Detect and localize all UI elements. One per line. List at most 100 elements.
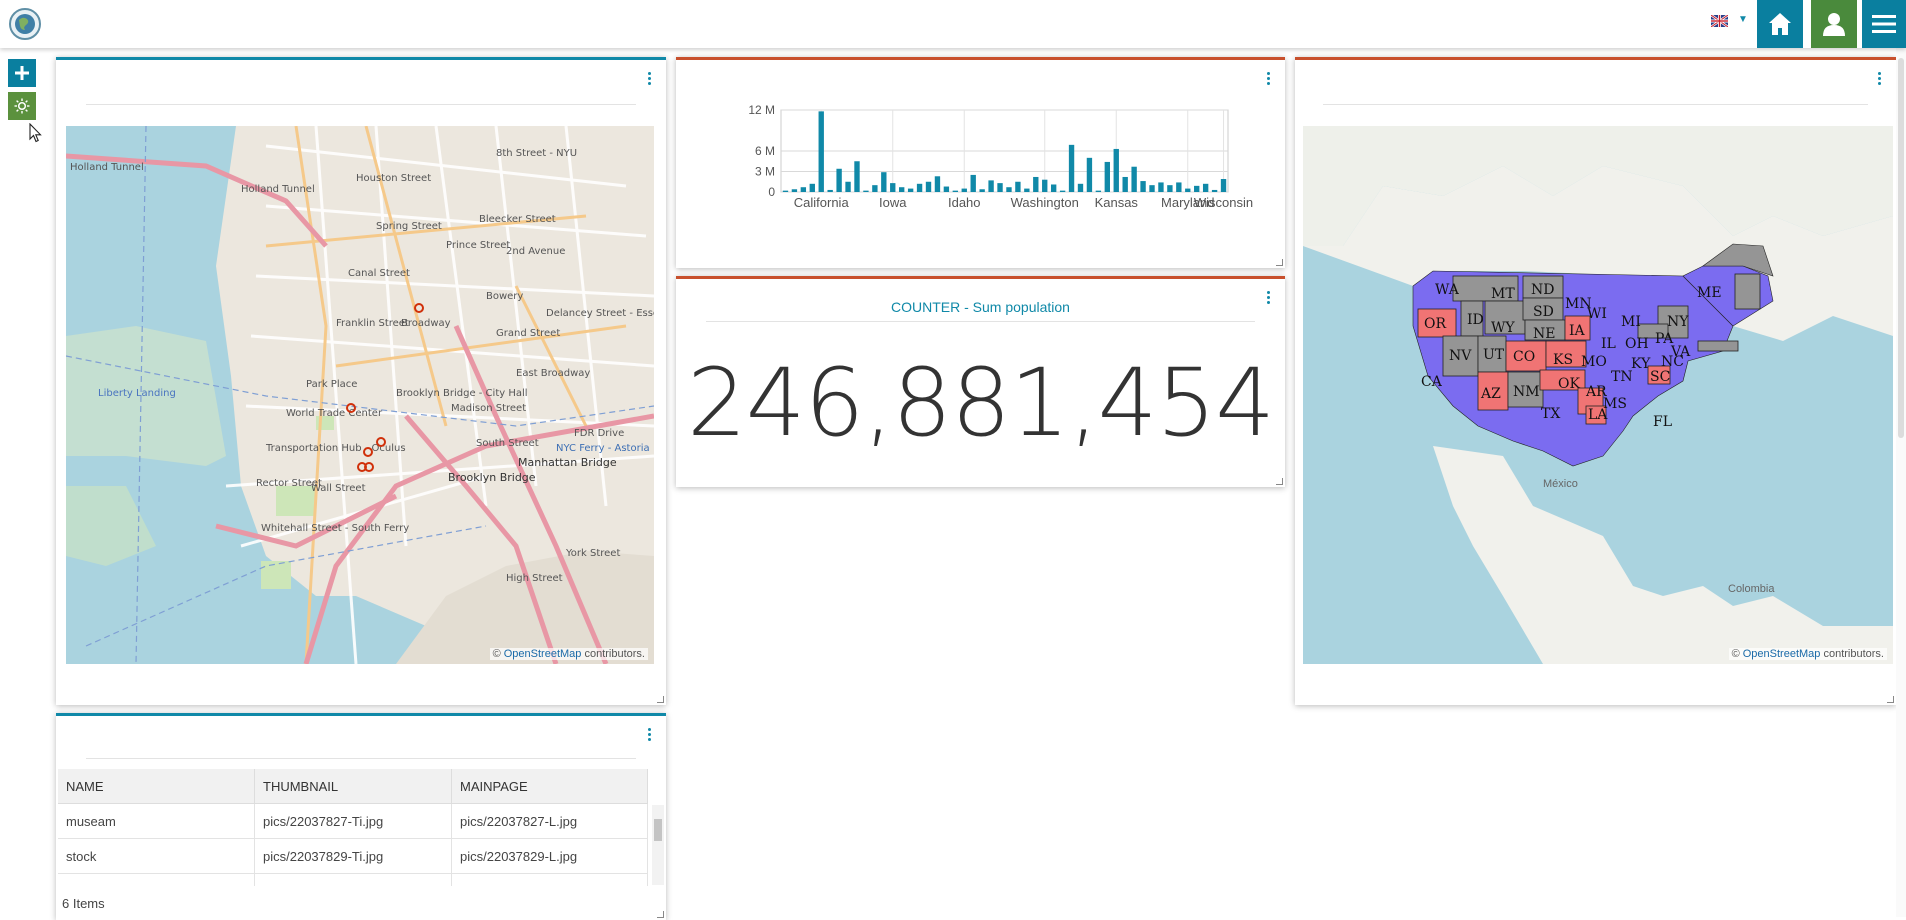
- chart-bar: [1176, 182, 1182, 192]
- chart-bar: [1095, 190, 1102, 192]
- map-label-8th-street-nyu: 8th Street - NYU: [496, 148, 577, 159]
- map-label-world-trade-center: World Trade Center: [286, 408, 383, 419]
- uk-flag-icon[interactable]: [1711, 15, 1728, 27]
- table-scrollbar-thumb[interactable]: [654, 819, 662, 841]
- table-widget: NAME THUMBNAIL MAINPAGE museam pics/2203…: [56, 713, 666, 920]
- table-cell: pics/22037829-L.jpg: [451, 838, 648, 874]
- table-cell: pics/22037856-Ti.jpg: [254, 873, 452, 886]
- table-row[interactable]: art pics/22037856-Ti.jpg pics/22037856-L…: [58, 873, 648, 886]
- map-attribution: © OpenStreetMap contributors.: [489, 648, 648, 660]
- map-canvas-manhattan[interactable]: Holland Tunnel Holland Tunnel Houston St…: [66, 126, 654, 664]
- chart-bar: [809, 183, 815, 192]
- map-label-fdr-drive: FDR Drive: [574, 428, 624, 439]
- column-header-thumbnail[interactable]: THUMBNAIL: [254, 769, 452, 804]
- column-header-name[interactable]: NAME: [58, 769, 255, 804]
- table-cell: stock: [58, 838, 255, 874]
- chart-y-tick-label: 12 M: [748, 103, 775, 117]
- map-widget-usa: WA OR MT ND MN SD WI ID WY NE IA NV UT C…: [1295, 57, 1896, 705]
- widget-options-kebab-icon[interactable]: [1878, 72, 1882, 87]
- map-label-holland-tunnel: Holland Tunnel: [70, 162, 144, 173]
- map-label-brooklyn-bridge: Brooklyn Bridge: [448, 471, 536, 484]
- state-label: VA: [1670, 344, 1691, 360]
- chart-bar: [881, 172, 887, 192]
- table-row[interactable]: museam pics/22037827-Ti.jpg pics/2203782…: [58, 803, 648, 839]
- chart-bar: [836, 168, 842, 192]
- chart-bar: [890, 183, 896, 192]
- user-button[interactable]: [1811, 0, 1857, 48]
- chart-bar: [961, 188, 967, 192]
- bar-chart[interactable]: 0 3 M 6 M 12 M California Iowa Idaho Washington…: [676, 60, 1285, 268]
- state-label: ID: [1467, 312, 1484, 328]
- language-dropdown-caret-icon[interactable]: ▼: [1738, 14, 1748, 25]
- map-label-broadway: Broadway: [401, 318, 451, 329]
- chart-bar: [791, 189, 798, 192]
- chart-bar: [934, 176, 941, 192]
- state-label: TX: [1541, 406, 1560, 422]
- chart-bar: [997, 183, 1003, 192]
- table-header-row: NAME THUMBNAIL MAINPAGE: [58, 769, 648, 804]
- main-menu-button[interactable]: [1862, 0, 1906, 48]
- chart-bar: [925, 181, 932, 192]
- table-row[interactable]: stock pics/22037829-Ti.jpg pics/22037829…: [58, 838, 648, 874]
- chart-bar: [845, 181, 851, 192]
- home-button[interactable]: [1757, 0, 1803, 48]
- table-cell: art: [58, 873, 255, 886]
- state-label: WI: [1587, 306, 1607, 322]
- map-canvas-usa[interactable]: WA OR MT ND MN SD WI ID WY NE IA NV UT C…: [1303, 126, 1893, 664]
- chart-bar: [1086, 157, 1093, 192]
- openstreetmap-link[interactable]: OpenStreetMap: [1743, 648, 1821, 660]
- chart-bar: [1131, 166, 1137, 192]
- chart-bar: [952, 190, 959, 192]
- chart-bar: [1033, 176, 1039, 192]
- globe-logo-icon[interactable]: [8, 7, 42, 41]
- chart-bar: [863, 190, 869, 192]
- state-label: UT: [1483, 347, 1505, 363]
- widget-resize-handle[interactable]: [1276, 259, 1283, 266]
- map-label-whitehall: Whitehall Street - South Ferry: [261, 523, 409, 534]
- openstreetmap-link[interactable]: OpenStreetMap: [504, 648, 582, 660]
- map-label-colombia: Colombia: [1728, 583, 1775, 595]
- chart-bar: [916, 183, 923, 192]
- widget-options-kebab-icon[interactable]: [648, 72, 652, 87]
- theme-button[interactable]: [8, 92, 36, 120]
- column-header-mainpage[interactable]: MAINPAGE: [451, 769, 648, 804]
- widget-header-divider: [706, 321, 1255, 322]
- counter-title: COUNTER - Sum population: [891, 299, 1070, 315]
- map-attribution: © OpenStreetMap contributors.: [1728, 648, 1887, 660]
- state-label: NY: [1667, 314, 1689, 330]
- state-label: CA: [1421, 374, 1443, 390]
- widget-resize-handle[interactable]: [1276, 478, 1283, 485]
- items-count: 6 Items: [62, 896, 105, 911]
- map-label-houston-street: Houston Street: [356, 173, 431, 184]
- map-label-delancey-essex: Delancey Street - Essex Street: [546, 308, 654, 319]
- widget-resize-handle[interactable]: [657, 696, 664, 703]
- widget-resize-handle[interactable]: [1887, 696, 1894, 703]
- state-label: MO: [1581, 354, 1607, 370]
- chart-bar: [1006, 187, 1012, 192]
- add-widget-button[interactable]: [8, 59, 36, 87]
- chart-x-tick-label: Washington: [1011, 195, 1079, 210]
- user-icon: [1823, 13, 1845, 36]
- state-label: TN: [1611, 369, 1633, 385]
- state-label: MI: [1621, 314, 1641, 330]
- chart-y-tick-label: 6 M: [755, 144, 775, 158]
- chart-bar: [1202, 183, 1209, 192]
- chart-bar: [1194, 185, 1200, 192]
- page-scrollbar-thumb[interactable]: [1898, 58, 1904, 438]
- data-table: NAME THUMBNAIL MAINPAGE museam pics/2203…: [58, 769, 648, 886]
- chart-y-tick-label: 0: [768, 185, 775, 199]
- mouse-cursor-icon: [29, 123, 42, 143]
- page-scrollbar[interactable]: [1896, 48, 1906, 917]
- chart-bar: [943, 186, 950, 192]
- map-label-franklin-street: Franklin Street: [336, 318, 409, 329]
- chart-bar: [1140, 181, 1146, 192]
- state-label: SC: [1650, 369, 1670, 385]
- chart-bar: [1042, 179, 1048, 192]
- map-label-york-street: York Street: [565, 548, 620, 559]
- table-viewport: NAME THUMBNAIL MAINPAGE museam pics/2203…: [56, 716, 650, 886]
- table-scrollbar[interactable]: [652, 805, 664, 885]
- map-label-manhattan-bridge: Manhattan Bridge: [518, 456, 617, 469]
- state-label: KY: [1631, 356, 1651, 372]
- state-label: NM: [1513, 384, 1540, 400]
- bar-chart-widget: 0 3 M 6 M 12 M California Iowa Idaho Washington…: [676, 57, 1285, 268]
